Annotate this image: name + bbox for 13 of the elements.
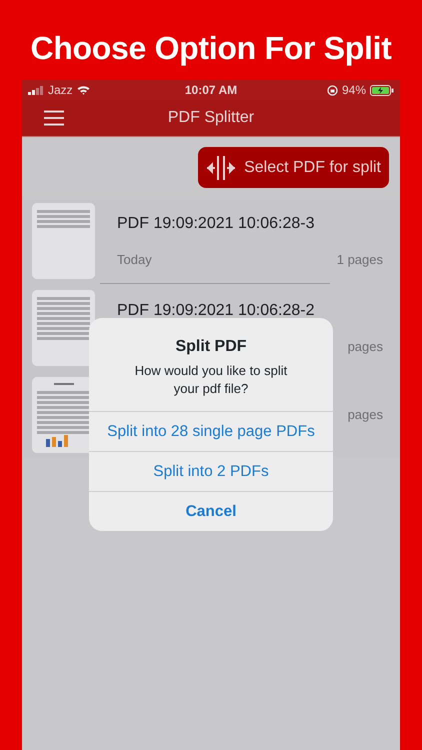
carrier-name: Jazz — [48, 82, 73, 99]
page-count: pages — [348, 406, 383, 424]
headline: Choose Option For Split — [30, 30, 392, 66]
status-time: 10:07 AM — [184, 83, 238, 97]
battery-percent: 94% — [342, 82, 366, 99]
file-title: PDF 19:09:2021 10:06:28-2 — [117, 300, 316, 321]
page-count: pages — [348, 338, 383, 356]
navbar-title: PDF Splitter — [168, 109, 254, 126]
file-title: PDF 19:09:2021 10:06:28-3 — [117, 214, 316, 234]
file-date: Today — [117, 250, 152, 269]
dialog-title: Split PDF — [174, 337, 248, 357]
page-count: 1 pages — [336, 250, 383, 269]
dialog-message: How would you like to split your pdf file? — [134, 362, 288, 398]
